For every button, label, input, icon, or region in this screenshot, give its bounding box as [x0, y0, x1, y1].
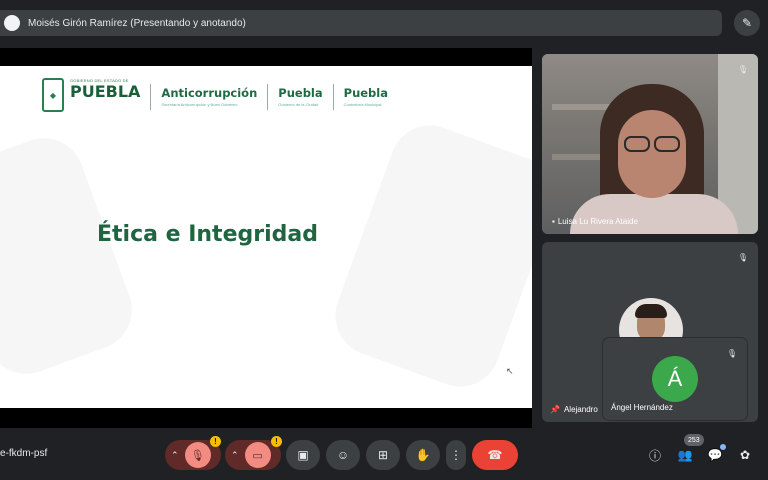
- info-icon: ⓘ: [648, 448, 661, 463]
- more-options-icon: ⋮: [450, 448, 462, 462]
- state-seal-icon: ◆: [42, 78, 64, 112]
- org-logo-2: Puebla Gobierno de la Ciudad: [278, 78, 322, 107]
- captions-icon: ▣: [297, 448, 309, 462]
- participant-name: ▪ Luisa Lu Rivera Ataide: [552, 217, 638, 226]
- raise-hand-button[interactable]: ✋: [406, 440, 440, 470]
- video-person-glasses: [622, 136, 682, 152]
- logo-divider: [332, 84, 334, 110]
- raise-hand-icon: ✋: [415, 448, 431, 462]
- annotate-button[interactable]: ✎: [734, 10, 760, 36]
- activities-icon: ✿: [739, 448, 751, 462]
- gov-big-text: PUEBLA: [70, 82, 141, 101]
- participant-name: 📌 Alejandro: [550, 405, 598, 414]
- pin-icon[interactable]: 📌: [550, 405, 560, 414]
- logo-divider: [267, 84, 269, 110]
- video-person-face: [618, 110, 686, 198]
- people-icon: 👥: [677, 448, 693, 462]
- glasses-lens: [654, 136, 680, 152]
- camera-off-icon[interactable]: ▭: [244, 442, 271, 468]
- presenter-avatar: [4, 15, 20, 31]
- more-options-button[interactable]: ⋮: [446, 440, 466, 470]
- mic-off-icon[interactable]: 🎙: [184, 442, 211, 468]
- gov-logo: GOBIERNO DEL ESTADO DE PUEBLA: [70, 78, 140, 101]
- org-title: Puebla: [278, 86, 323, 100]
- chat-notification-dot: [720, 444, 726, 450]
- present-button[interactable]: ⊞: [366, 440, 400, 470]
- glasses-lens: [624, 136, 650, 152]
- meeting-code: e-fkdm-psf: [0, 448, 48, 459]
- org-subtitle: Secretaría Anticorrupción y Buen Gobiern…: [161, 102, 238, 107]
- participant-name: Ángel Hernández: [611, 403, 673, 412]
- chat-icon: 💬: [707, 448, 723, 462]
- emoji-icon: ☺: [336, 448, 350, 462]
- chevron-up-icon[interactable]: ⌃: [231, 450, 239, 461]
- people-button[interactable]: 👥: [676, 446, 694, 464]
- presenter-label: Moisés Girón Ramírez (Presentando y anot…: [28, 17, 246, 29]
- org-title: Puebla: [343, 86, 388, 100]
- avatar-initial: Á: [652, 356, 698, 402]
- watermark-shape: [324, 114, 532, 398]
- mic-off-icon: 🎙: [737, 252, 749, 262]
- slide-logos: ◆ GOBIERNO DEL ESTADO DE PUEBLA Anticorr…: [42, 78, 388, 112]
- warning-badge: !: [210, 436, 221, 447]
- participant-name-text: Luisa Lu Rivera Ataide: [557, 217, 638, 226]
- present-screen-icon: ⊞: [377, 448, 389, 462]
- org-title: Anticorrupción: [161, 86, 258, 100]
- pin-icon: ▪: [552, 217, 555, 226]
- info-button[interactable]: ⓘ: [646, 446, 664, 464]
- activities-button[interactable]: ✿: [736, 446, 754, 464]
- org-logo-3: Puebla Contraloría Municipal: [344, 78, 388, 107]
- org-logo-1: Anticorrupción Secretaría Anticorrupción…: [161, 78, 257, 107]
- emoji-button[interactable]: ☺: [326, 440, 360, 470]
- org-subtitle: Gobierno de la Ciudad: [278, 102, 319, 107]
- pencil-annotate-icon: ✎: [741, 16, 753, 30]
- participant-tile-angel[interactable]: 🎙 Á Ángel Hernández: [603, 338, 747, 420]
- slide-title: Ética e Integridad: [97, 222, 318, 247]
- watermark-shape: [0, 127, 143, 385]
- chevron-up-icon[interactable]: ⌃: [171, 450, 179, 461]
- mic-off-icon: 🎙: [737, 64, 749, 74]
- org-subtitle: Contraloría Municipal: [343, 102, 382, 107]
- warning-badge: !: [271, 436, 282, 447]
- logo-divider: [150, 84, 152, 110]
- cursor-icon: ↖: [506, 366, 514, 376]
- end-call-icon: ☎: [487, 448, 503, 462]
- video-person-body: [570, 194, 738, 234]
- participants-count-badge: 253: [684, 434, 704, 446]
- end-call-button[interactable]: ☎: [472, 440, 518, 470]
- participant-name-text: Alejandro: [563, 405, 598, 414]
- avatar-hair: [635, 304, 667, 318]
- mic-off-icon: 🎙: [726, 348, 738, 358]
- presenter-bar: Moisés Girón Ramírez (Presentando y anot…: [0, 10, 722, 36]
- captions-button[interactable]: ▣: [286, 440, 320, 470]
- participant-tile-speaker[interactable]: 🎙 ▪ Luisa Lu Rivera Ataide: [542, 54, 758, 234]
